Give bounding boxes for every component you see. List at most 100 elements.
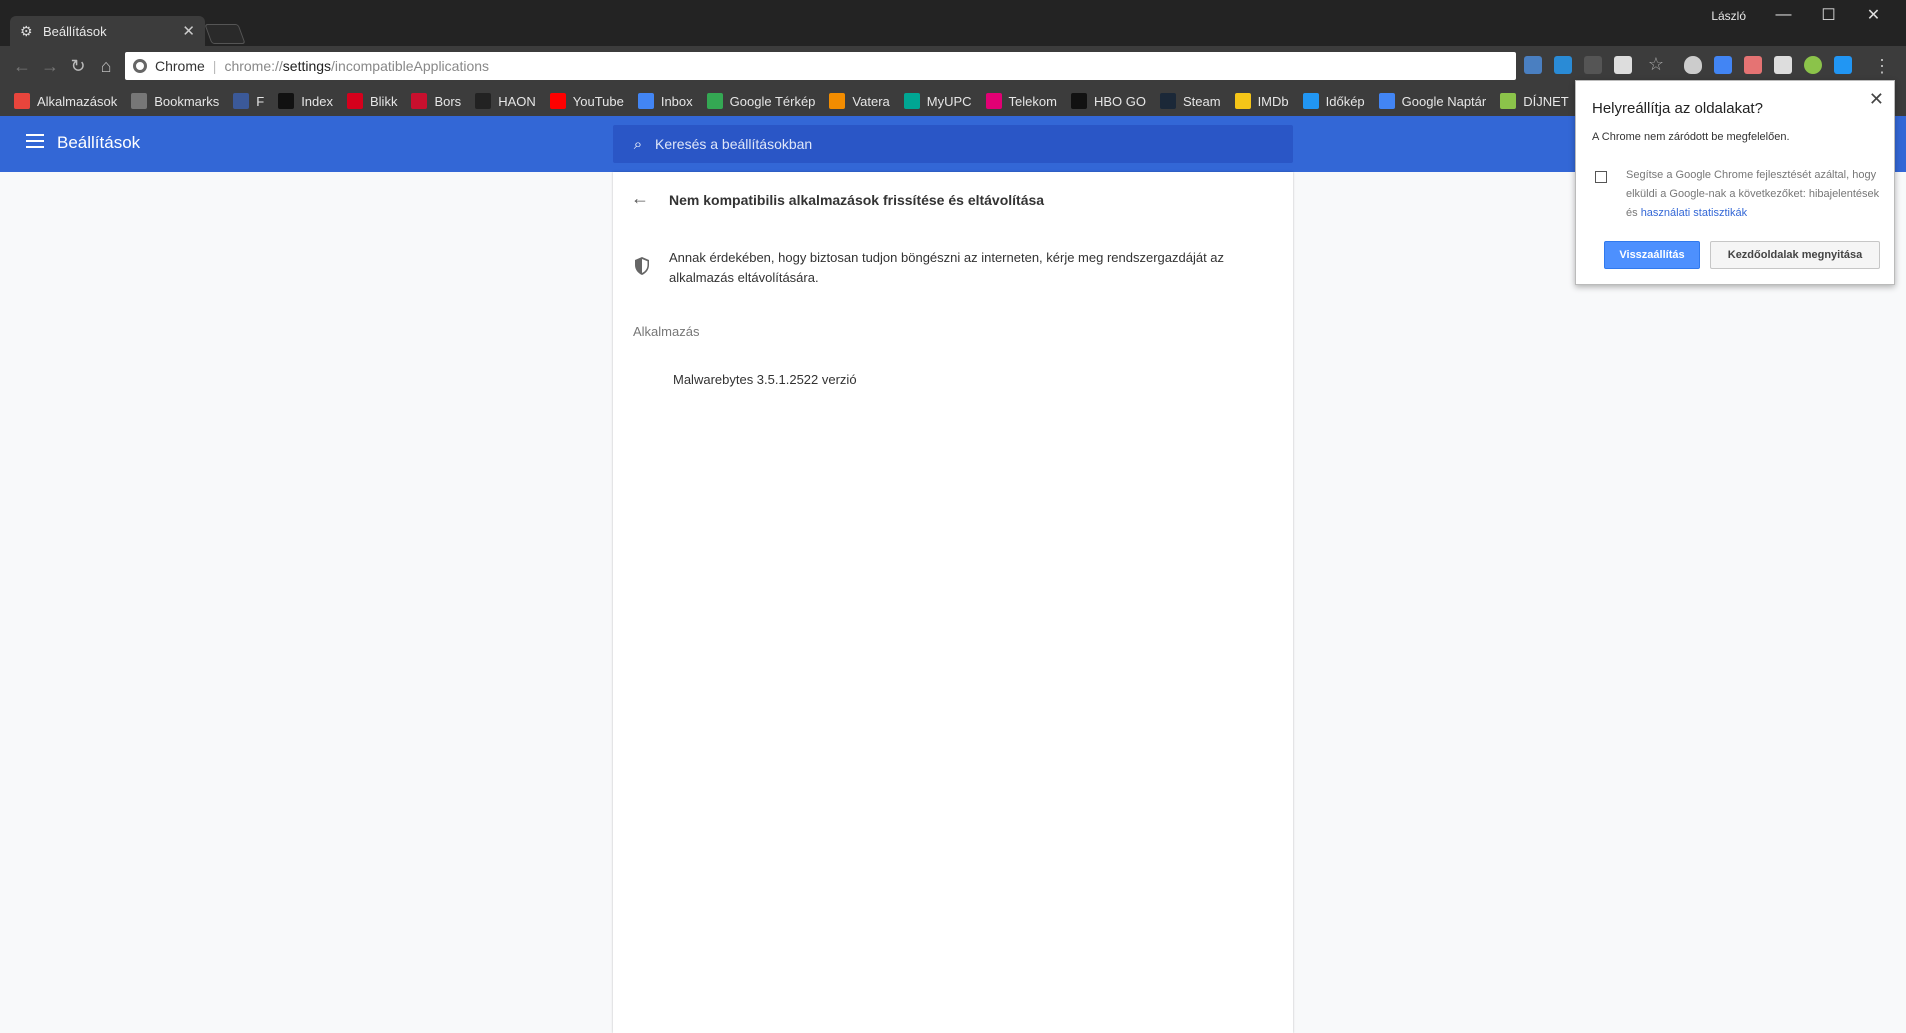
bookmark-label: Blikk bbox=[370, 93, 398, 109]
bookmark-item[interactable]: Google Naptár bbox=[1378, 93, 1487, 109]
reload-icon: ↻ bbox=[70, 55, 86, 76]
imdb-icon bbox=[1234, 93, 1251, 109]
bookmark-item[interactable]: Blikk bbox=[347, 93, 397, 109]
bookmark-label: DÍJNET bbox=[1523, 93, 1569, 109]
skype-extension-icon[interactable] bbox=[1554, 56, 1572, 74]
application-item: Malwarebytes 3.5.1.2522 verzió bbox=[673, 372, 857, 387]
bookmark-item[interactable]: YouTube bbox=[549, 93, 624, 109]
bookmark-item[interactable]: Index bbox=[278, 93, 333, 109]
checkbox-text: Segítse a Google Chrome fejlesztését azá… bbox=[1626, 166, 1881, 223]
bookmark-label: YouTube bbox=[572, 93, 624, 109]
bookmark-star-button[interactable]: ☆ bbox=[1644, 52, 1668, 76]
new-tab-button[interactable] bbox=[204, 24, 246, 44]
bookmark-item[interactable]: HAON bbox=[475, 93, 536, 109]
bookmark-item[interactable]: MyUPC bbox=[903, 93, 972, 109]
maximize-button[interactable]: ☐ bbox=[1806, 0, 1851, 30]
page-title: Beállítások bbox=[57, 133, 141, 152]
facebook-icon bbox=[233, 93, 250, 109]
bookmark-item[interactable]: Bors bbox=[411, 93, 461, 109]
more-vert-icon: ⋮ bbox=[1873, 55, 1891, 76]
extension-icon[interactable] bbox=[1804, 56, 1822, 74]
chrome-menu-button[interactable]: ⋮ bbox=[1870, 54, 1894, 78]
home-button[interactable]: ⌂ bbox=[94, 54, 118, 78]
bookmark-label: Inbox bbox=[660, 93, 693, 109]
bookmark-label: Bookmarks bbox=[154, 93, 220, 109]
apps-grid-icon bbox=[14, 93, 30, 109]
usage-stats-link[interactable]: használati statisztikák bbox=[1641, 207, 1747, 219]
translate-extension-icon[interactable] bbox=[1714, 56, 1732, 74]
close-window-button[interactable]: ✕ bbox=[1851, 0, 1896, 30]
home-icon: ⌂ bbox=[100, 55, 112, 76]
bookmark-item[interactable]: DÍJNET bbox=[1500, 93, 1569, 109]
extension-icon[interactable] bbox=[1744, 56, 1762, 74]
arrow-right-icon: → bbox=[41, 55, 59, 76]
bors-icon bbox=[411, 93, 428, 109]
url-path: /incompatibleApplications bbox=[331, 58, 490, 74]
bookmark-item[interactable]: IMDb bbox=[1234, 93, 1289, 109]
bookmark-label: IMDb bbox=[1257, 93, 1289, 109]
extension-icon[interactable] bbox=[1774, 56, 1792, 74]
tab-settings[interactable]: ⚙ Beállítások ✕ bbox=[10, 16, 205, 46]
star-icon bbox=[131, 93, 148, 109]
address-bar[interactable]: Chrome | chrome:// settings /incompatibl… bbox=[125, 52, 1516, 80]
bookmark-item[interactable]: Telekom bbox=[985, 93, 1057, 109]
url-host: settings bbox=[282, 58, 332, 74]
incompatible-apps-card: ← Nem kompatibilis alkalmazások frissíté… bbox=[613, 172, 1293, 1033]
search-input[interactable] bbox=[655, 136, 1255, 152]
bookmark-label: Index bbox=[301, 93, 333, 109]
reload-button[interactable]: ↻ bbox=[66, 54, 90, 78]
extension-icon[interactable] bbox=[1584, 56, 1602, 74]
bookmark-label: Telekom bbox=[1008, 93, 1057, 109]
close-icon[interactable]: ✕ bbox=[1869, 89, 1884, 110]
dialog-title: Helyreállítja az oldalakat? bbox=[1592, 100, 1763, 117]
back-button[interactable]: ← bbox=[10, 54, 34, 78]
extension-icon[interactable] bbox=[1524, 56, 1542, 74]
forward-button[interactable]: → bbox=[38, 54, 62, 78]
bookmark-label: Bors bbox=[434, 93, 462, 109]
dijnet-icon bbox=[1500, 93, 1517, 109]
minimize-button[interactable]: — bbox=[1761, 0, 1806, 30]
vatera-icon bbox=[829, 93, 846, 109]
bookmark-item[interactable]: Időkép bbox=[1302, 93, 1365, 109]
bookmark-item[interactable]: Google Térkép bbox=[706, 93, 815, 109]
idokep-icon bbox=[1302, 93, 1319, 109]
bookmark-item[interactable]: Inbox bbox=[637, 93, 693, 109]
tab-close-button[interactable]: ✕ bbox=[182, 22, 195, 40]
bookmark-item[interactable]: HBO GO bbox=[1070, 93, 1146, 109]
bookmark-item[interactable]: Alkalmazások bbox=[14, 93, 117, 109]
applications-label: Alkalmazás bbox=[633, 324, 700, 339]
calendar-icon bbox=[1378, 93, 1395, 109]
bookmark-label: HBO GO bbox=[1093, 93, 1146, 109]
hbogo-icon bbox=[1070, 93, 1087, 109]
arrow-left-icon: ← bbox=[13, 55, 31, 76]
bookmark-item[interactable]: Vatera bbox=[829, 93, 890, 109]
bookmark-label: MyUPC bbox=[926, 93, 972, 109]
blikk-icon bbox=[347, 93, 363, 109]
index-icon bbox=[278, 93, 295, 109]
bookmark-label: F bbox=[256, 93, 265, 109]
bookmark-item[interactable]: Steam bbox=[1159, 93, 1221, 109]
bookmark-label: Időkép bbox=[1325, 93, 1365, 109]
bookmark-label: Google Naptár bbox=[1401, 93, 1487, 109]
back-arrow-icon[interactable]: ← bbox=[631, 188, 649, 209]
usage-stats-checkbox[interactable] bbox=[1595, 171, 1607, 183]
telekom-icon bbox=[985, 93, 1002, 109]
shield-icon bbox=[635, 257, 649, 275]
extension-icon[interactable] bbox=[1614, 56, 1632, 74]
bookmark-item[interactable]: F bbox=[233, 93, 264, 109]
bookmark-item[interactable]: Bookmarks bbox=[131, 93, 219, 109]
bookmark-label: HAON bbox=[498, 93, 536, 109]
site-label: Chrome bbox=[155, 58, 205, 74]
star-icon: ☆ bbox=[1647, 53, 1665, 74]
restore-button[interactable]: Visszaállítás bbox=[1604, 241, 1700, 269]
profile-name[interactable]: László bbox=[1711, 9, 1746, 23]
open-homepages-button[interactable]: Kezdőoldalak megnyitása bbox=[1710, 241, 1880, 269]
bookmark-label: Vatera bbox=[852, 93, 890, 109]
extension-icon[interactable] bbox=[1834, 56, 1852, 74]
shield-extension-icon[interactable] bbox=[1684, 56, 1702, 74]
search-icon: ⌕ bbox=[633, 135, 643, 153]
hamburger-menu-icon[interactable] bbox=[26, 134, 44, 148]
section-title: Nem kompatibilis alkalmazások frissítése… bbox=[669, 192, 1045, 208]
bookmark-label: Steam bbox=[1182, 93, 1221, 109]
settings-search[interactable]: ⌕ bbox=[613, 125, 1293, 163]
